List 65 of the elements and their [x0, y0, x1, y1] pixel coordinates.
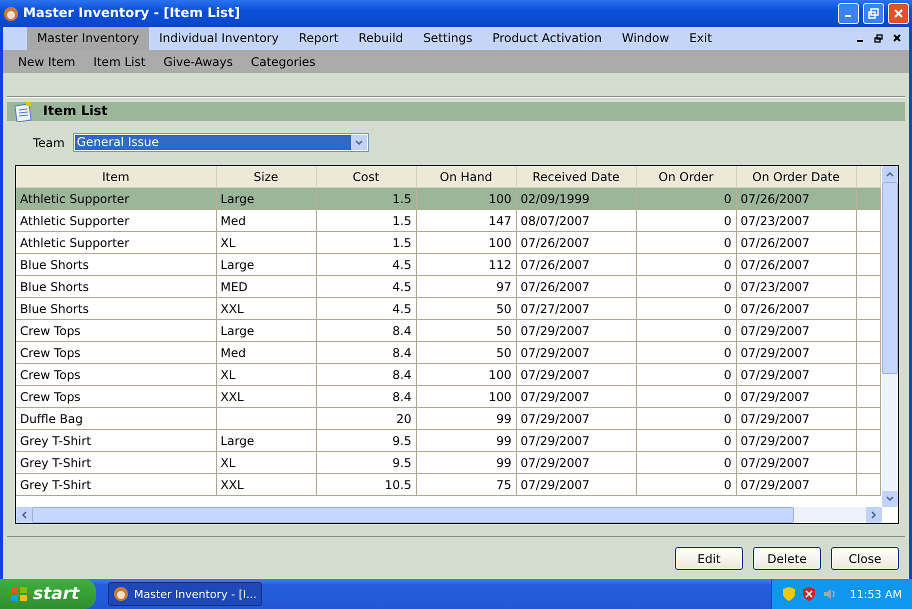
- toolbar-item[interactable]: Categories: [242, 54, 325, 68]
- table-cell: 75: [416, 474, 516, 496]
- menu-item[interactable]: Exit: [679, 27, 722, 50]
- clock: 11:53 AM: [850, 588, 902, 600]
- chevron-down-icon: [886, 496, 894, 502]
- menu-item[interactable]: Settings: [413, 27, 482, 50]
- menu-item[interactable]: Master Inventory: [27, 27, 150, 50]
- restore-icon: [868, 8, 879, 19]
- close-icon[interactable]: [893, 34, 901, 42]
- table-row[interactable]: Crew Tops Med 8.4 50 07/29/2007 0 07/29/2007: [16, 342, 880, 364]
- close-icon: [893, 8, 904, 19]
- table-row[interactable]: Duffle Bag 20 99 07/29/2007 0 07/29/2007: [16, 408, 880, 430]
- window-title: Master Inventory - [Item List]: [23, 6, 242, 21]
- chevron-left-icon: [21, 511, 27, 519]
- shield-icon[interactable]: [802, 586, 816, 602]
- team-label: Team: [33, 136, 65, 150]
- action-button[interactable]: Delete: [753, 547, 821, 570]
- table-row[interactable]: Crew Tops XL 8.4 100 07/29/2007 0 07/29/2007: [16, 364, 880, 386]
- column-header[interactable]: Item: [16, 166, 216, 188]
- minimize-button[interactable]: [838, 3, 859, 24]
- chevron-down-icon: [354, 140, 363, 146]
- table-row[interactable]: Grey T-Shirt XXL 10.5 75 07/29/2007 0 07/29/2007: [16, 474, 880, 496]
- restore-icon[interactable]: [874, 34, 883, 43]
- vertical-scrollbar[interactable]: [882, 166, 898, 507]
- table-cell: 07/29/2007: [516, 474, 636, 496]
- toolbar-item[interactable]: Give-Aways: [154, 54, 242, 68]
- chevron-right-icon: [871, 511, 877, 519]
- column-header[interactable]: Size: [216, 166, 316, 188]
- table-cell: XXL: [216, 474, 316, 496]
- flag-icon: [10, 586, 28, 602]
- table-row[interactable]: Grey T-Shirt XL 9.5 99 07/29/2007 0 07/29/2007: [16, 452, 880, 474]
- table-row[interactable]: Grey T-Shirt Large 9.5 99 07/29/2007 0 07/29/2007: [16, 430, 880, 452]
- taskbar-button[interactable]: Master Inventory - [I...: [108, 582, 262, 606]
- table-row[interactable]: Blue Shorts XXL 4.5 50 07/27/2007 0 07/26/2007: [16, 298, 880, 320]
- column-header[interactable]: Cost: [316, 166, 416, 188]
- table-row[interactable]: Crew Tops XXL 8.4 100 07/29/2007 0 07/29/2007: [16, 386, 880, 408]
- menu-item[interactable]: Rebuild: [348, 27, 414, 50]
- menu-item[interactable]: Window: [612, 27, 680, 50]
- table-cell: 10.5: [316, 474, 416, 496]
- section-title: Item List: [43, 104, 108, 119]
- column-header[interactable]: On Order: [636, 166, 736, 188]
- table-cell: Grey T-Shirt: [16, 474, 216, 496]
- menu-item[interactable]: Individual Inventory: [149, 27, 289, 50]
- table-row[interactable]: Crew Tops Large 8.4 50 07/29/2007 0 07/29/2007: [16, 320, 880, 342]
- action-button[interactable]: Close: [831, 547, 899, 570]
- horizontal-scrollbar[interactable]: [16, 507, 882, 523]
- chevron-up-icon: [886, 171, 894, 177]
- team-dropdown[interactable]: General Issue: [72, 133, 369, 152]
- toolbar-item[interactable]: New Item: [9, 54, 84, 68]
- table-row[interactable]: Blue Shorts Large 4.5 112 07/26/2007 0 07/26/2007: [16, 254, 880, 276]
- table-cell: 0: [636, 474, 736, 496]
- table-row[interactable]: Athletic Supporter Large 1.5 100 02/09/1999 0 07/26/2007: [16, 188, 880, 210]
- menu-item[interactable]: Report: [288, 27, 348, 50]
- column-header[interactable]: Received Date: [516, 166, 636, 188]
- menu-item[interactable]: Product Activation: [482, 27, 612, 50]
- table-row[interactable]: Blue Shorts MED 4.5 97 07/26/2007 0 07/23/2007: [16, 276, 880, 298]
- table-row[interactable]: Athletic Supporter Med 1.5 147 08/07/2007 0 07/23/2007: [16, 210, 880, 232]
- table-row[interactable]: Athletic Supporter XL 1.5 100 07/26/2007 0 07/26/2007: [16, 232, 880, 254]
- table-cell: 07/29/2007: [736, 474, 856, 496]
- close-button[interactable]: [888, 3, 909, 24]
- action-button[interactable]: Edit: [675, 547, 743, 570]
- toolbar-item[interactable]: Item List: [84, 54, 154, 68]
- restore-button[interactable]: [863, 3, 884, 24]
- column-header[interactable]: On Order Date: [736, 166, 856, 188]
- column-header[interactable]: On Hand: [416, 166, 516, 188]
